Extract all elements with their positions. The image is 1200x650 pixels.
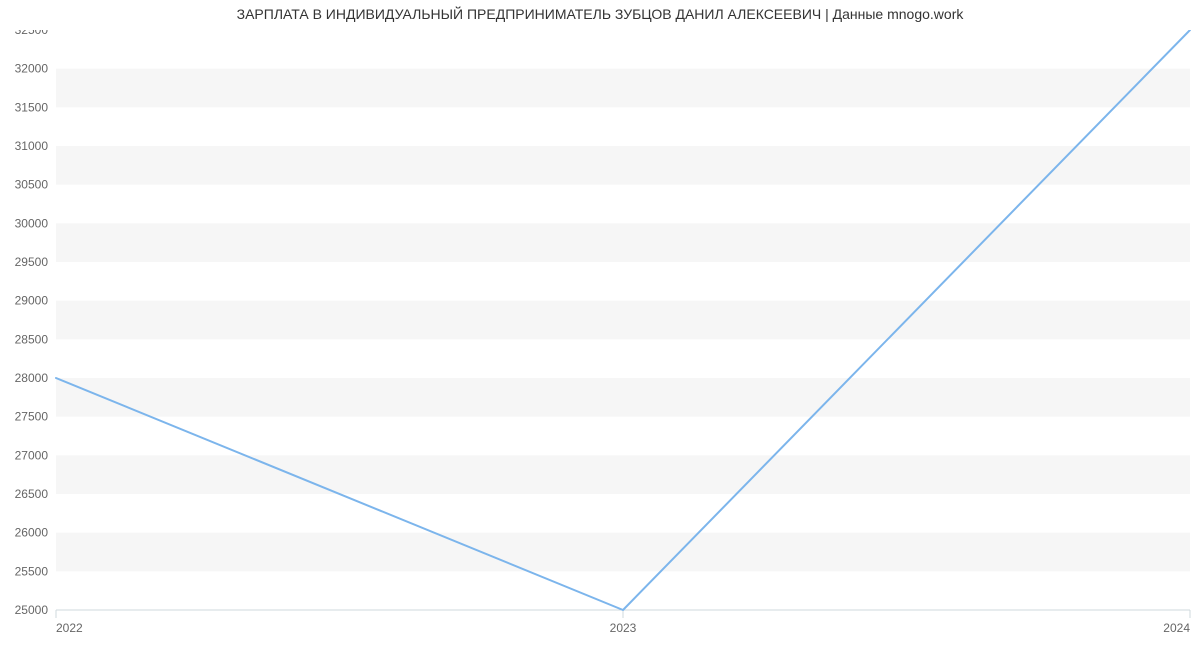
y-tick-label: 28500 <box>15 332 49 346</box>
y-tick-label: 31500 <box>15 100 49 114</box>
grid-band <box>56 223 1190 262</box>
grid-band <box>56 69 1190 108</box>
chart-title: ЗАРПЛАТА В ИНДИВИДУАЛЬНЫЙ ПРЕДПРИНИМАТЕЛ… <box>0 6 1200 22</box>
x-tick-label: 2022 <box>56 621 83 635</box>
y-tick-label: 29500 <box>15 255 49 269</box>
grid-band <box>56 533 1190 572</box>
grid-band <box>56 301 1190 340</box>
y-tick-label: 26000 <box>15 526 49 540</box>
chart-svg: 25000 25500 26000 26500 27000 27500 28000 28500… <box>6 30 1195 650</box>
grid-band <box>56 146 1190 185</box>
grid-band <box>56 455 1190 494</box>
plot-area: 2500025500260002650027000275002800028500… <box>6 30 1140 610</box>
x-tick-label: 2023 <box>610 621 637 635</box>
y-tick-label: 29000 <box>15 294 49 308</box>
grid-band <box>56 378 1190 417</box>
y-tick-label: 32000 <box>15 62 49 76</box>
y-tick-label: 31000 <box>15 139 49 153</box>
y-tick-label: 25000 <box>15 603 49 617</box>
y-tick-label: 26500 <box>15 487 49 501</box>
y-tick-label: 30000 <box>15 216 49 230</box>
y-tick-label: 28000 <box>15 371 49 385</box>
y-tick-label: 27000 <box>15 448 49 462</box>
y-tick-label: 30500 <box>15 178 49 192</box>
y-tick-label: 32500 <box>15 30 49 37</box>
y-tick-label: 27500 <box>15 410 49 424</box>
x-tick-label: 2024 <box>1163 621 1190 635</box>
y-tick-label: 25500 <box>15 564 49 578</box>
chart-container: ЗАРПЛАТА В ИНДИВИДУАЛЬНЫЙ ПРЕДПРИНИМАТЕЛ… <box>0 0 1200 650</box>
